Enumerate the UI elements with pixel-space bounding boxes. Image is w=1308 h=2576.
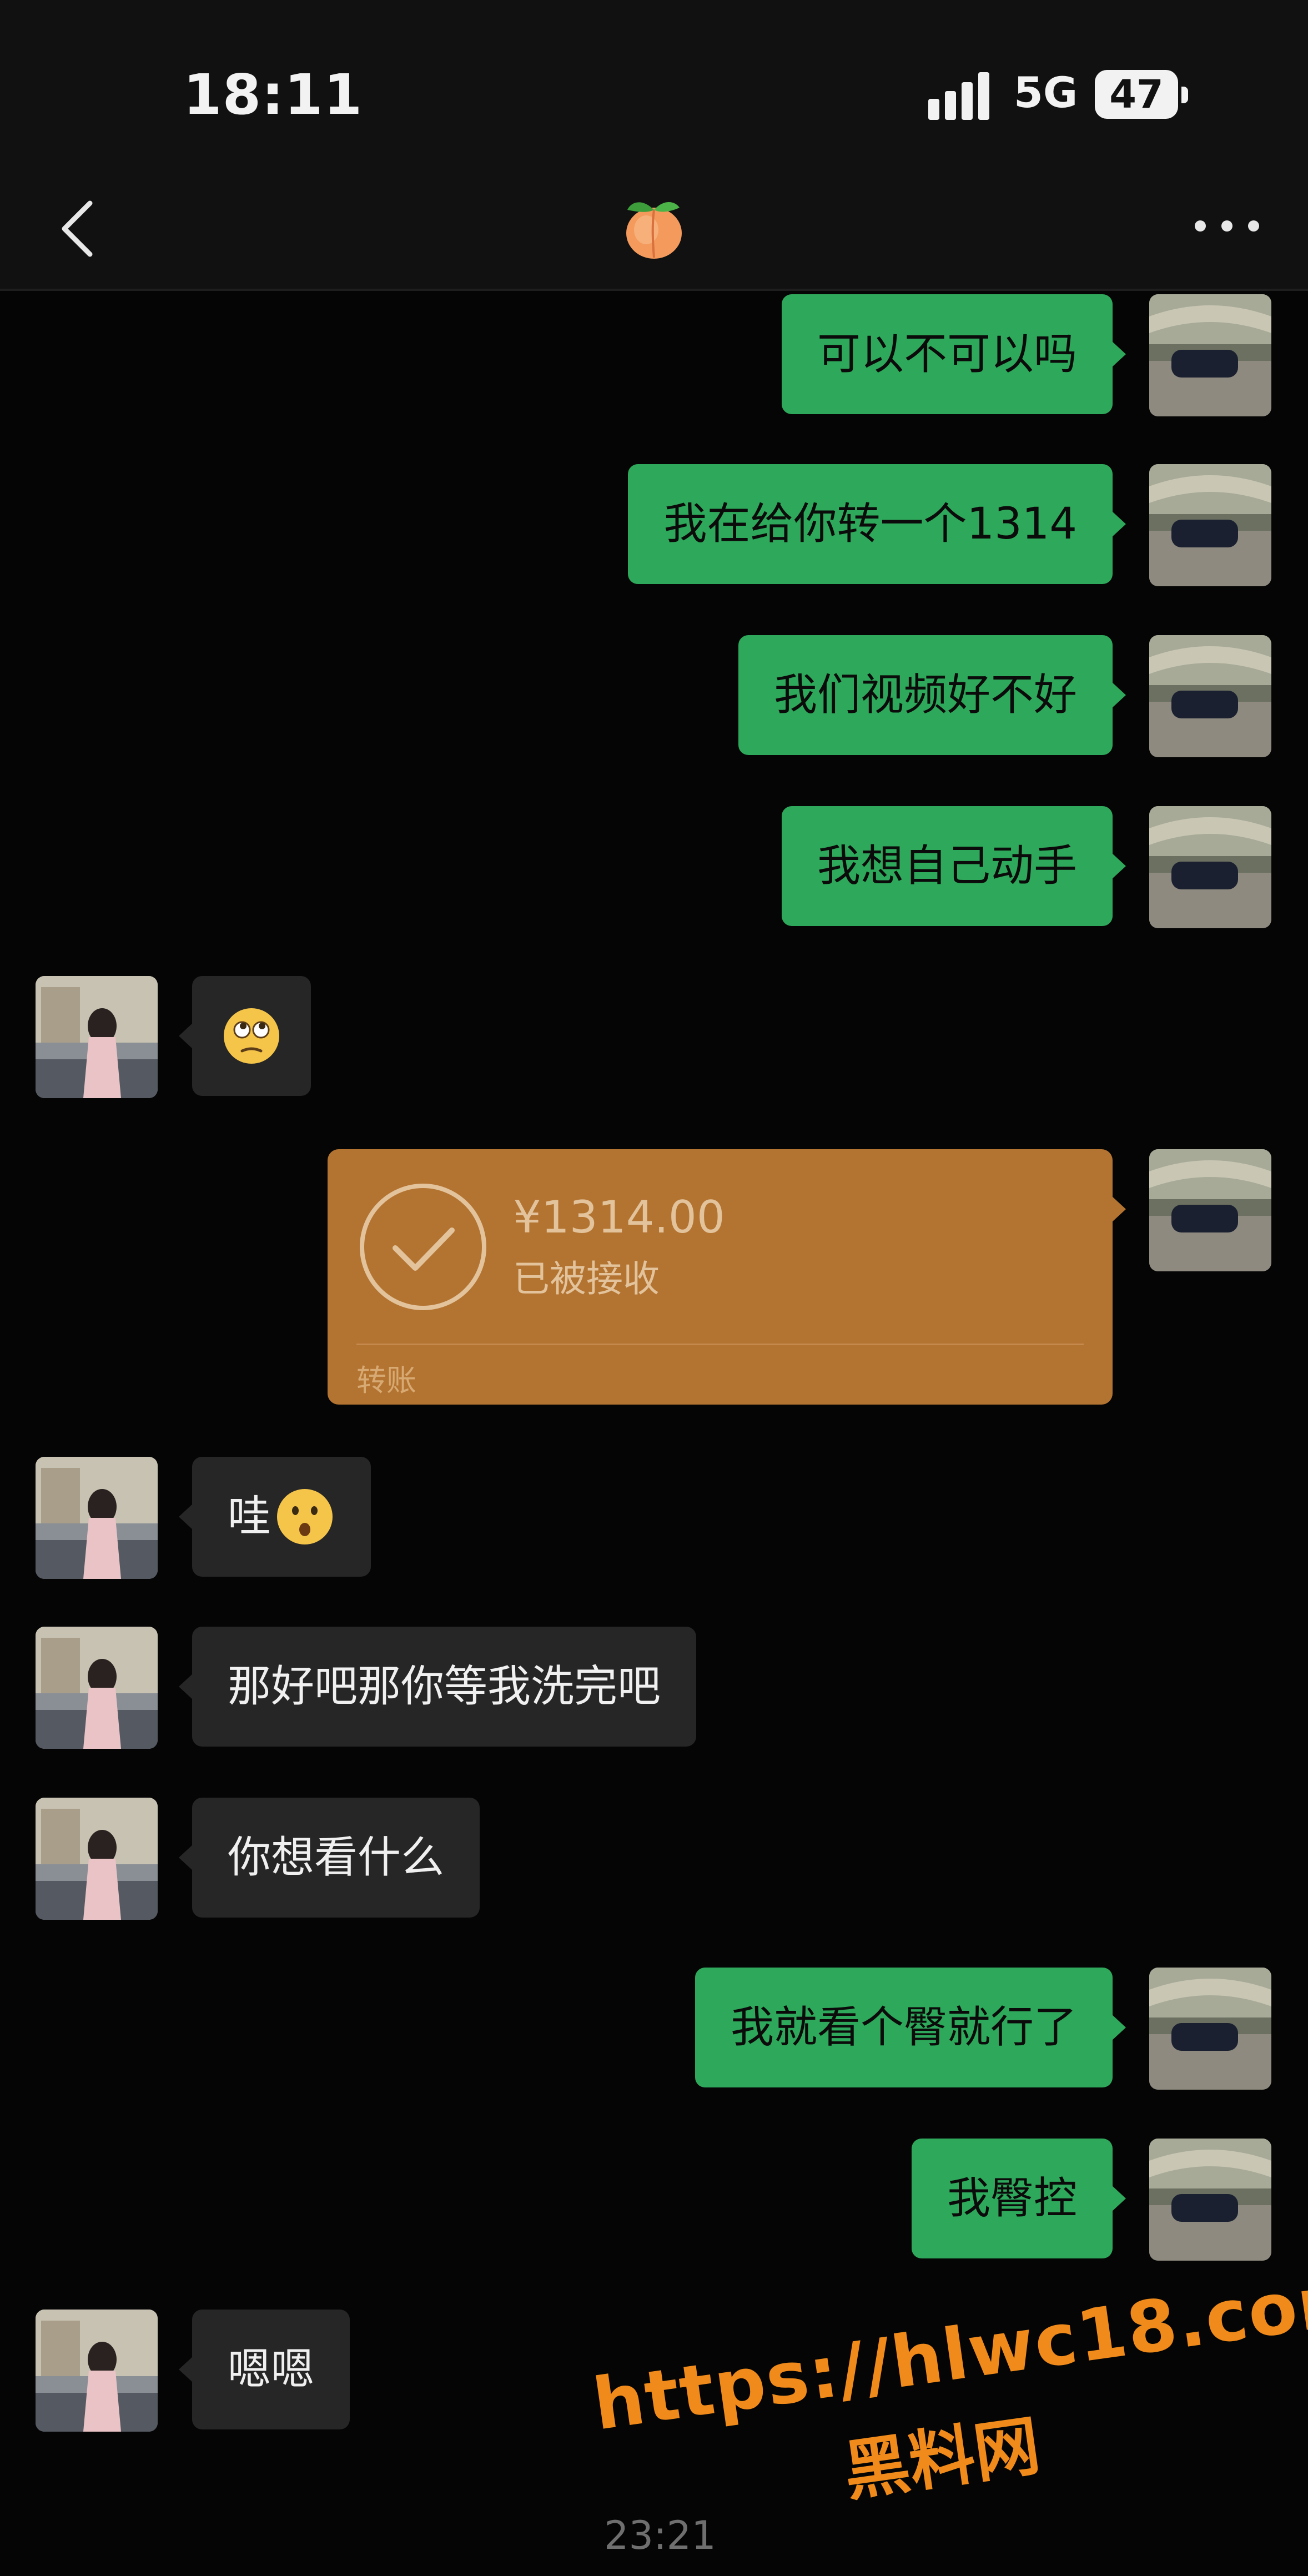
my-avatar[interactable] <box>1149 294 1271 416</box>
chat-messages[interactable]: 可以不可以吗 我在给你转一个1314 我们视频好不好 我想自己动手 ¥1314.… <box>0 291 1308 2576</box>
battery-icon: 47 <box>1095 70 1178 119</box>
message-row: 可以不可以吗 <box>0 294 1308 416</box>
incoming-message-bubble[interactable] <box>179 976 311 1096</box>
outgoing-message-bubble[interactable]: 我想自己动手 <box>781 806 1126 926</box>
message-text: 我就看个臀就行了 <box>730 2003 1077 2052</box>
transfer-card[interactable]: ¥1314.00 已被接收 转账 <box>328 1149 1126 1405</box>
rolling-eyes-emoji-icon <box>224 1008 279 1064</box>
battery-tip <box>1181 87 1188 103</box>
message-row: 你想看什么 <box>0 1798 1308 1920</box>
message-text: 我们视频好不好 <box>773 670 1077 720</box>
transfer-label: 转账 <box>356 1363 416 1398</box>
my-avatar[interactable] <box>1149 635 1271 757</box>
outgoing-message-bubble[interactable]: 我在给你转一个1314 <box>628 464 1126 584</box>
chevron-left-icon[interactable] <box>46 195 112 262</box>
message-row: 我在给你转一个1314 <box>0 464 1308 586</box>
my-avatar[interactable] <box>1149 464 1271 586</box>
incoming-message-bubble[interactable]: 哇 <box>178 1457 371 1577</box>
network-type: 5G <box>1014 68 1078 117</box>
check-circle-icon <box>360 1184 486 1310</box>
message-text: 那好吧那你等我洗完吧 <box>228 1662 661 1712</box>
transfer-amount: ¥1314.00 <box>513 1191 725 1243</box>
status-time: 18:11 <box>183 62 363 127</box>
message-text: 你想看什么 <box>228 1833 445 1883</box>
message-text: 我臀控 <box>947 2174 1077 2223</box>
message-row: 我臀控 <box>0 2139 1308 2261</box>
incoming-message-bubble[interactable]: 你想看什么 <box>178 1798 480 1918</box>
incoming-message-bubble[interactable]: 那好吧那你等我洗完吧 <box>178 1627 697 1747</box>
peach-emoji-icon <box>626 202 682 259</box>
message-text: 嗯嗯 <box>228 2344 315 2394</box>
message-text: 我在给你转一个1314 <box>663 499 1077 549</box>
status-bar: 18:11 5G 47 <box>0 0 1308 167</box>
more-dots-icon[interactable] <box>1188 212 1266 240</box>
outgoing-message-bubble[interactable]: 我们视频好不好 <box>738 635 1126 755</box>
message-row: 我想自己动手 <box>0 806 1308 928</box>
my-avatar[interactable] <box>1149 1149 1271 1271</box>
transfer-status: 已被接收 <box>513 1257 660 1300</box>
contact-avatar[interactable] <box>36 1798 158 1920</box>
message-row: 我就看个臀就行了 <box>0 1968 1308 2090</box>
message-row <box>0 976 1308 1098</box>
message-row: 我们视频好不好 <box>0 635 1308 757</box>
message-text: 我想自己动手 <box>817 841 1077 891</box>
contact-avatar[interactable] <box>36 2310 158 2432</box>
incoming-message-bubble[interactable]: 嗯嗯 <box>178 2310 350 2429</box>
contact-avatar[interactable] <box>36 1627 158 1749</box>
outgoing-message-bubble[interactable]: 我臀控 <box>911 2139 1126 2258</box>
message-timestamp: 23:21 <box>604 2513 716 2558</box>
outgoing-message-bubble[interactable]: 我就看个臀就行了 <box>695 1968 1126 2087</box>
message-row: ¥1314.00 已被接收 转账 <box>0 1149 1308 1405</box>
cellular-signal-icon <box>928 72 995 120</box>
battery-level: 47 <box>1109 72 1164 117</box>
message-text: 哇 <box>228 1492 271 1542</box>
outgoing-message-bubble[interactable]: 可以不可以吗 <box>781 294 1126 414</box>
contact-avatar[interactable] <box>36 1457 158 1579</box>
my-avatar[interactable] <box>1149 806 1271 928</box>
transfer-divider <box>356 1344 1084 1345</box>
message-text: 可以不可以吗 <box>817 329 1077 379</box>
message-row: 那好吧那你等我洗完吧 <box>0 1627 1308 1749</box>
chat-header <box>0 167 1308 291</box>
hushed-face-emoji-icon <box>277 1489 333 1544</box>
my-avatar[interactable] <box>1149 1968 1271 2090</box>
message-row: 哇 <box>0 1457 1308 1579</box>
contact-avatar[interactable] <box>36 976 158 1098</box>
